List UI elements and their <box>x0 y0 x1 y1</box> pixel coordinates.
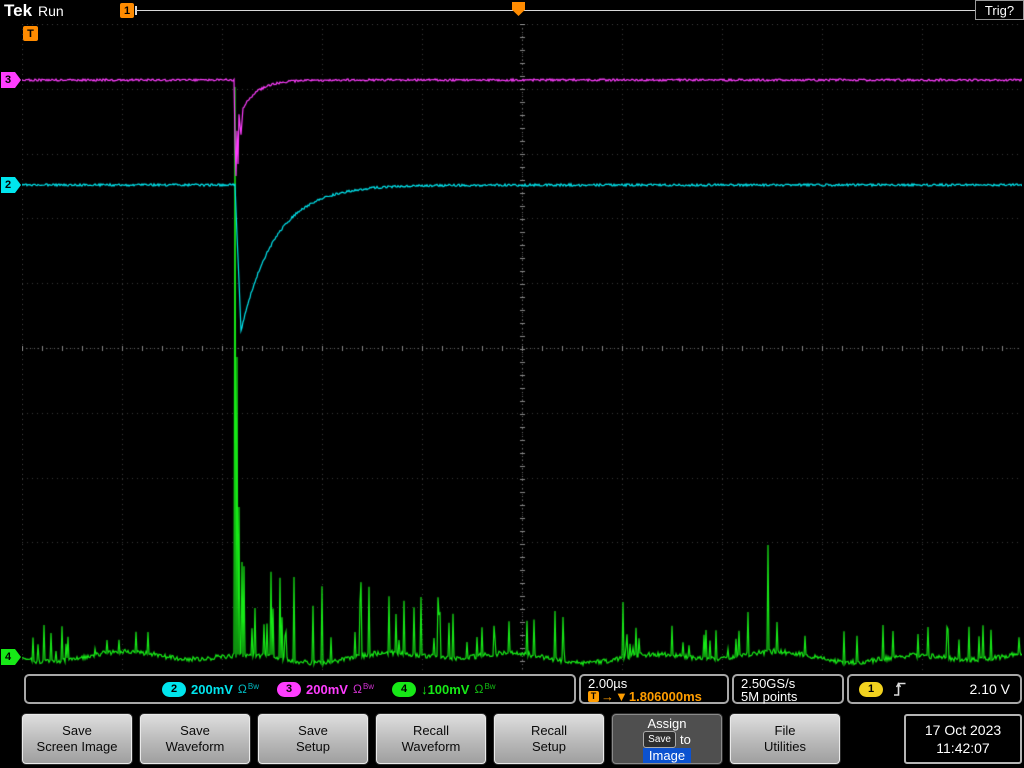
button-label: Recall <box>530 723 568 738</box>
date-label: 17 Oct 2023 <box>924 722 1002 738</box>
assign-target-selected: Image <box>642 747 692 763</box>
rising-edge-slope-icon <box>894 682 906 696</box>
trigger-readout-box[interactable]: 1 2.10 V <box>847 674 1022 704</box>
button-label: File <box>774 723 796 738</box>
save-waveform-button[interactable]: Save Waveform <box>140 714 250 764</box>
channel-3-badge: 3 <box>277 681 302 697</box>
save-key-badge: Save <box>643 730 676 748</box>
trigger-flag-icon: T <box>588 691 599 702</box>
channel-2-baseline-marker[interactable]: 2 <box>1 177 21 193</box>
save-setup-button[interactable]: Save Setup <box>258 714 368 764</box>
channel-2-badge: 2 <box>162 681 186 697</box>
time-label: 11:42:07 <box>936 740 990 756</box>
button-label: Recall <box>412 723 450 738</box>
channel-2-coupling: ΩBw <box>237 682 260 696</box>
button-label: Save <box>62 723 92 738</box>
channel-3-scale: 200mV <box>306 681 348 697</box>
trigger-position-value: 1.806000ms <box>628 689 702 704</box>
button-label: Save <box>180 723 210 738</box>
button-label: Waveform <box>401 739 461 754</box>
record-length: 5M points <box>741 689 798 704</box>
file-utilities-button[interactable]: File Utilities <box>730 714 840 764</box>
expansion-point-marker-icon[interactable] <box>512 2 525 16</box>
assign-save-to-button[interactable]: Assign Save to Image <box>612 714 722 764</box>
save-screen-image-button[interactable]: Save Screen Image <box>22 714 132 764</box>
channel-4-baseline-marker[interactable]: 4 <box>1 649 21 665</box>
date-time-display: 17 Oct 2023 11:42:07 <box>904 714 1022 764</box>
trigger-pos-icon: ▼ <box>615 689 628 704</box>
waveform-display <box>22 24 1022 672</box>
recall-setup-button[interactable]: Recall Setup <box>494 714 604 764</box>
button-label: Setup <box>532 739 566 754</box>
sample-rate-readout-box[interactable]: 2.50GS/s 5M points <box>732 674 844 704</box>
channel-3-coupling: ΩBw <box>352 682 375 696</box>
trigger-status: Trig? <box>975 0 1024 20</box>
button-label: Setup <box>296 739 330 754</box>
acquisition-badge: 1 <box>120 3 134 18</box>
trigger-position-readout: T → ▼ 1.806000ms <box>588 690 720 703</box>
button-label: Waveform <box>165 739 225 754</box>
channel-4-readout: 4 ↓100mV ΩBw <box>392 681 496 697</box>
record-view-line <box>136 10 1012 11</box>
channel-2-scale: 200mV <box>191 681 233 697</box>
button-label: Save <box>298 723 328 738</box>
tek-logo: Tek <box>4 1 33 20</box>
assign-save-line: Save to <box>643 730 691 748</box>
button-label: Assign <box>647 715 687 731</box>
channel-2-readout: 2 200mV ΩBw <box>162 681 260 697</box>
button-label: Utilities <box>764 739 806 754</box>
button-label: Screen Image <box>36 739 118 754</box>
channel-readout-box[interactable]: 2 200mV ΩBw 3 200mV ΩBw 4 ↓100mV ΩBw <box>24 674 576 704</box>
trigger-source-badge: 1 <box>859 681 883 697</box>
trigger-arrow-icon: → <box>601 689 614 704</box>
record-view-left-bracket <box>135 6 137 15</box>
channel-4-scale: ↓100mV <box>421 681 470 697</box>
channel-4-badge: 4 <box>392 681 417 697</box>
channel-4-coupling: ΩBw <box>474 682 496 696</box>
timebase-readout-box[interactable]: 2.00µs T → ▼ 1.806000ms <box>579 674 729 704</box>
trigger-level: 2.10 V <box>969 681 1010 697</box>
acquisition-status: Run <box>38 3 64 19</box>
recall-waveform-button[interactable]: Recall Waveform <box>376 714 486 764</box>
channel-3-readout: 3 200mV ΩBw <box>277 681 375 697</box>
channel-3-baseline-marker[interactable]: 3 <box>1 72 21 88</box>
